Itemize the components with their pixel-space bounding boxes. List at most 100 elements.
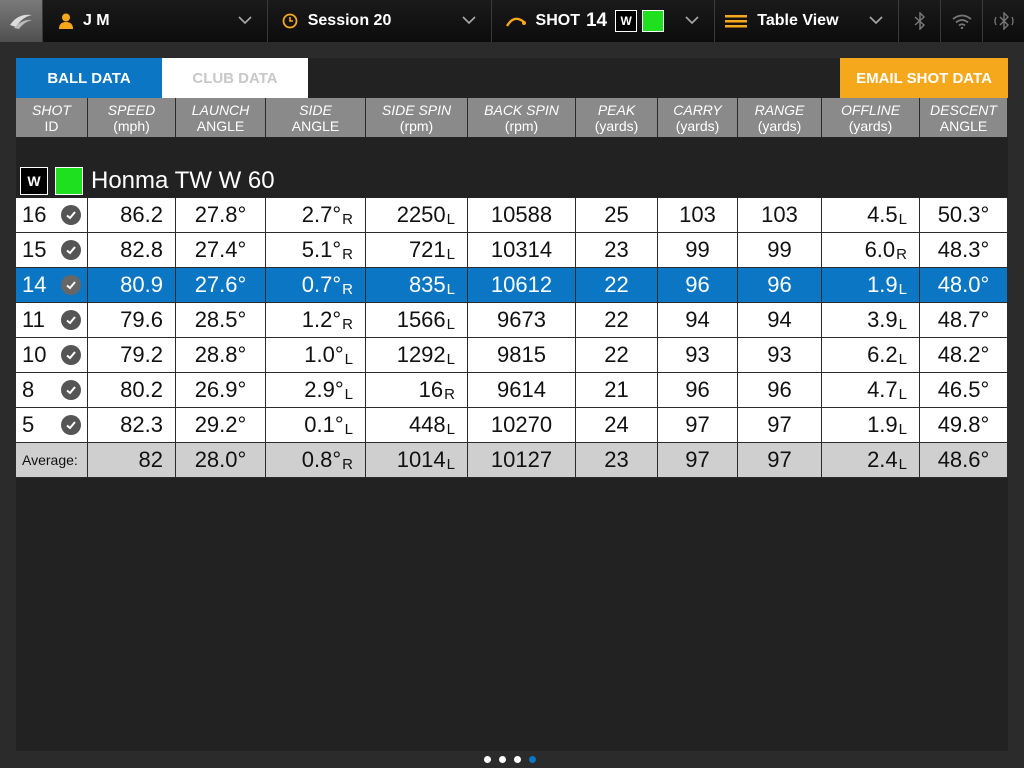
direction-indicator: L xyxy=(898,385,907,403)
device-bluetooth-button[interactable] xyxy=(982,0,1024,42)
table-row[interactable]: 8 80.2 26.9° 2.9° L 16 R 9614 21 96 96 4.7 L 46.5° xyxy=(16,373,1008,408)
table-cell: 97 xyxy=(738,443,822,477)
range-value: 97 xyxy=(767,447,792,472)
carry-value: 99 xyxy=(685,237,710,262)
column-header[interactable]: PEAK (yards) xyxy=(576,98,658,137)
direction-indicator: L xyxy=(344,420,353,438)
page-dot[interactable] xyxy=(499,756,506,763)
table-row[interactable]: 11 79.6 28.5° 1.2° R 1566 L 9673 22 94 94 3.9 L 48.7° xyxy=(16,303,1008,338)
table-cell: 49.8° xyxy=(920,408,1008,442)
tab-ball-data[interactable]: BALL DATA xyxy=(16,58,162,98)
table-cell: 5 xyxy=(16,408,88,442)
chevron-down-icon xyxy=(869,16,883,25)
table-row[interactable]: 5 82.3 29.2° 0.1° L 448 L 10270 24 97 97 1.9 L 49.8° xyxy=(16,408,1008,443)
offline-value: 6.0 xyxy=(864,237,896,262)
check-circle-icon[interactable] xyxy=(61,275,81,295)
table-row[interactable]: 10 79.2 28.8° 1.0° L 1292 L 9815 22 93 93 6.2 L 48.2° xyxy=(16,338,1008,373)
column-header[interactable]: CARRY (yards) xyxy=(658,98,738,137)
range-value: 93 xyxy=(767,342,792,367)
column-header[interactable]: SIDE SPIN (rpm) xyxy=(366,98,468,137)
user-selector[interactable]: J M xyxy=(41,0,267,42)
page-dot[interactable] xyxy=(514,756,521,763)
column-header-unit: (yards) xyxy=(675,117,720,134)
check-circle-icon[interactable] xyxy=(61,380,81,400)
direction-indicator: L xyxy=(446,280,455,298)
direction-indicator: L xyxy=(446,245,455,263)
shot-arc-icon xyxy=(505,17,526,27)
column-header[interactable]: SIDE ANGLE xyxy=(266,98,366,137)
column-header-unit: (yards) xyxy=(848,117,893,134)
column-header-title: BACK SPIN xyxy=(484,101,559,118)
offline-value: 1.9 xyxy=(867,412,898,437)
page-indicator[interactable] xyxy=(484,756,536,763)
column-header-title: CARRY xyxy=(673,101,722,118)
side-spin-value: 16 xyxy=(418,377,444,402)
table-cell: 26.9° xyxy=(176,373,266,407)
speed-value: 79.2 xyxy=(120,342,163,367)
tab-club-data[interactable]: CLUB DATA xyxy=(162,58,308,98)
launch-angle-value: 28.5° xyxy=(194,307,247,332)
table-cell: 2.9° L xyxy=(266,373,366,407)
table-row[interactable]: 16 86.2 27.8° 2.7° R 2250 L 10588 25 103 103 4.5 L 50… xyxy=(16,198,1008,233)
direction-indicator: L xyxy=(898,420,907,438)
direction-indicator: R xyxy=(342,245,353,263)
average-row: Average: 82 28.0° 0.8° R 1014 L 10127 23 97 97 2.4 L… xyxy=(16,443,1008,478)
table-cell: 99 xyxy=(658,233,738,267)
speed-value: 82.3 xyxy=(120,412,163,437)
table-cell: 6.2 L xyxy=(822,338,920,372)
column-header[interactable]: DESCENT ANGLE xyxy=(920,98,1008,137)
speed-value: 82.8 xyxy=(120,237,163,262)
column-header-unit: (yards) xyxy=(594,117,639,134)
shot-id: 5 xyxy=(22,412,35,437)
wifi-button[interactable] xyxy=(940,0,982,42)
column-header[interactable]: SHOT ID xyxy=(16,98,88,137)
column-header[interactable]: BACK SPIN (rpm) xyxy=(468,98,576,137)
table-cell: 0.1° L xyxy=(266,408,366,442)
email-shot-data-button[interactable]: EMAIL SHOT DATA xyxy=(840,58,1008,98)
back-spin-value: 9614 xyxy=(497,377,546,402)
bluetooth-button[interactable] xyxy=(898,0,940,42)
shot-id: 10 xyxy=(22,342,47,367)
table-cell: 9614 xyxy=(468,373,576,407)
speed-value: 79.6 xyxy=(120,307,163,332)
column-header[interactable]: OFFLINE (yards) xyxy=(822,98,920,137)
table-cell: Average: xyxy=(16,443,88,477)
table-row[interactable]: 14 80.9 27.6° 0.7° R 835 L 10612 22 96 96 1.9 L 48.0° xyxy=(16,268,1008,303)
check-circle-icon[interactable] xyxy=(61,345,81,365)
descent-angle-value: 49.8° xyxy=(937,412,990,437)
table-cell: 80.2 xyxy=(88,373,176,407)
club-heading: W Honma TW W 60 xyxy=(20,166,275,196)
column-header-title: LAUNCH xyxy=(191,101,250,118)
shot-selector[interactable]: SHOT 14 W xyxy=(490,0,715,42)
back-spin-value: 10612 xyxy=(490,272,553,297)
view-selector[interactable]: Table View xyxy=(714,0,898,42)
table-cell: 28.5° xyxy=(176,303,266,337)
column-header[interactable]: LAUNCH ANGLE xyxy=(176,98,266,137)
table-cell: 97 xyxy=(658,443,738,477)
table-cell: 23 xyxy=(576,443,658,477)
app-logo-button[interactable] xyxy=(0,0,42,42)
column-header[interactable]: SPEED (mph) xyxy=(88,98,176,137)
table-cell: 3.9 L xyxy=(822,303,920,337)
page-dot[interactable] xyxy=(529,756,536,763)
check-circle-icon[interactable] xyxy=(61,205,81,225)
offline-value: 6.2 xyxy=(867,342,898,367)
session-selector[interactable]: Session 20 xyxy=(266,0,491,42)
table-cell: 93 xyxy=(658,338,738,372)
table-cell: 21 xyxy=(576,373,658,407)
side-angle-value: 1.2° xyxy=(301,307,342,332)
check-circle-icon[interactable] xyxy=(61,310,81,330)
table-cell: 4.5 L xyxy=(822,198,920,232)
page-dot[interactable] xyxy=(484,756,491,763)
side-spin-value: 721 xyxy=(408,237,446,262)
carry-value: 97 xyxy=(685,412,710,437)
table-cell: 1014 L xyxy=(366,443,468,477)
speed-value: 80.2 xyxy=(120,377,163,402)
check-circle-icon[interactable] xyxy=(61,240,81,260)
check-circle-icon[interactable] xyxy=(61,415,81,435)
table-cell: 22 xyxy=(576,268,658,302)
table-row[interactable]: 15 82.8 27.4° 5.1° R 721 L 10314 23 99 99 6.0 R 48.3° xyxy=(16,233,1008,268)
launch-angle-value: 28.8° xyxy=(194,342,247,367)
column-header[interactable]: RANGE (yards) xyxy=(738,98,822,137)
descent-angle-value: 48.2° xyxy=(937,342,990,367)
